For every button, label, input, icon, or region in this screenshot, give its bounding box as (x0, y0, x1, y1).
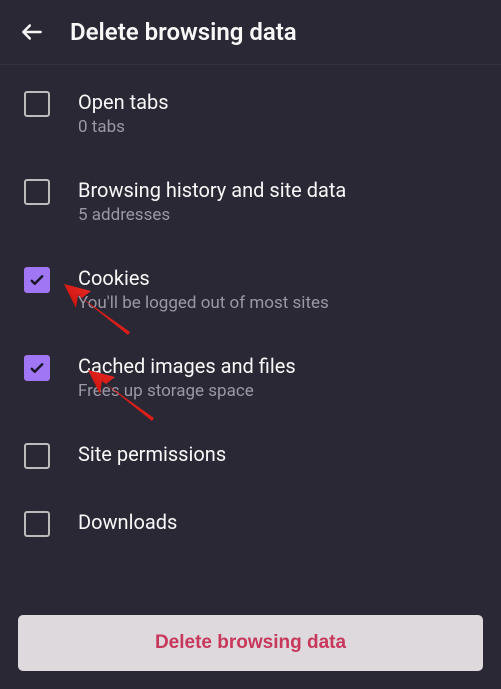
checkbox[interactable] (24, 355, 50, 381)
item-title: Cached images and files (78, 353, 477, 379)
back-arrow-icon[interactable] (18, 18, 46, 46)
item-subtitle: 5 addresses (78, 205, 477, 225)
item-text: Open tabs0 tabs (78, 89, 477, 137)
list-item[interactable]: CookiesYou'll be logged out of most site… (0, 245, 501, 333)
header: Delete browsing data (0, 0, 501, 65)
item-text: Site permissions (78, 441, 477, 467)
footer: Delete browsing data (18, 615, 483, 671)
page-title: Delete browsing data (70, 18, 297, 46)
item-title: Browsing history and site data (78, 177, 477, 203)
item-text: Cached images and filesFrees up storage … (78, 353, 477, 401)
item-subtitle: 0 tabs (78, 117, 477, 137)
item-title: Downloads (78, 509, 477, 535)
item-text: CookiesYou'll be logged out of most site… (78, 265, 477, 313)
item-title: Cookies (78, 265, 477, 291)
items-list: Open tabs0 tabs Browsing history and site… (0, 65, 501, 561)
item-title: Open tabs (78, 89, 477, 115)
item-subtitle: Frees up storage space (78, 381, 477, 401)
checkbox[interactable] (24, 443, 50, 469)
item-title: Site permissions (78, 441, 477, 467)
item-subtitle: You'll be logged out of most sites (78, 293, 477, 313)
checkbox[interactable] (24, 179, 50, 205)
list-item[interactable]: Open tabs0 tabs (0, 69, 501, 157)
item-text: Browsing history and site data5 addresse… (78, 177, 477, 225)
list-item[interactable]: Cached images and filesFrees up storage … (0, 333, 501, 421)
delete-browsing-data-button[interactable]: Delete browsing data (18, 615, 483, 671)
checkbox[interactable] (24, 511, 50, 537)
item-text: Downloads (78, 509, 477, 535)
list-item[interactable]: Downloads (0, 489, 501, 557)
list-item[interactable]: Site permissions (0, 421, 501, 489)
list-item[interactable]: Browsing history and site data5 addresse… (0, 157, 501, 245)
checkbox[interactable] (24, 91, 50, 117)
checkbox[interactable] (24, 267, 50, 293)
